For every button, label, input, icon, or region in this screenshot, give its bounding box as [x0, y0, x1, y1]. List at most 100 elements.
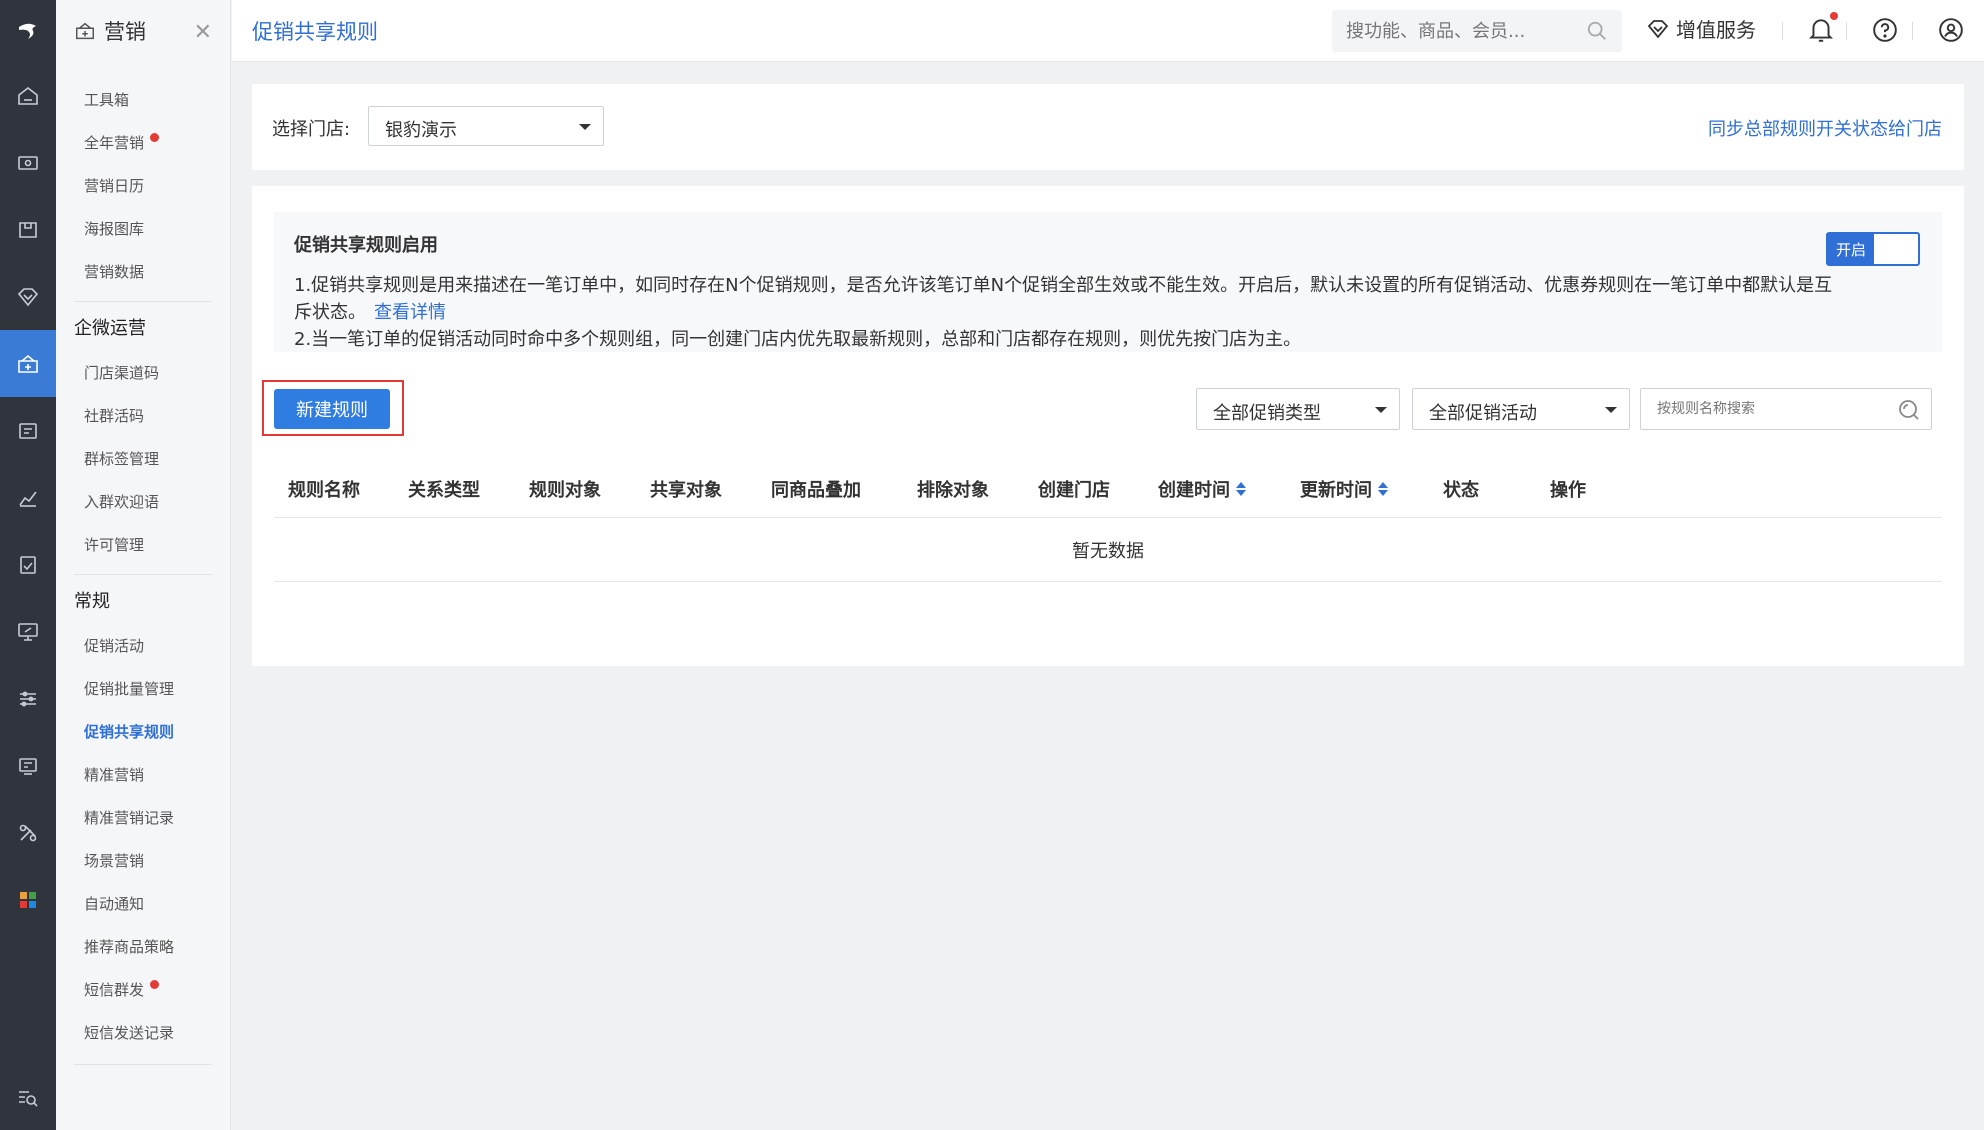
page-title: 促销共享规则 [252, 20, 378, 44]
report-card-icon[interactable] [0, 397, 56, 464]
toggle-on-label: 开启 [1828, 234, 1874, 264]
sidebar-item[interactable]: 推荐商品策略 [56, 925, 230, 968]
column-header: 状态 [1443, 476, 1479, 502]
column-header[interactable]: 更新时间 [1300, 476, 1388, 502]
sidebar-item-label: 促销共享规则 [84, 723, 175, 741]
store-select[interactable]: 银豹演示 [368, 106, 604, 146]
marketing-icon[interactable] [0, 330, 56, 397]
settings-sliders-icon[interactable] [0, 665, 56, 732]
sidebar-item[interactable]: 入群欢迎语 [56, 480, 230, 523]
sidebar-item[interactable]: 精准营销 [56, 753, 230, 796]
group-title-general: 常规 [74, 574, 212, 624]
sidebar-item-label: 促销活动 [84, 637, 145, 655]
sidebar-item[interactable]: 短信发送记录 [56, 1011, 230, 1054]
empty-state: 暂无数据 [274, 518, 1942, 582]
search-icon[interactable] [1897, 398, 1921, 422]
sidebar-item[interactable]: 社群活码 [56, 394, 230, 437]
statistics-icon[interactable] [0, 464, 56, 531]
top-bar: 促销共享规则 增值服务 [232, 0, 1984, 62]
search-icon[interactable] [1586, 20, 1608, 42]
member-icon[interactable] [0, 263, 56, 330]
screen-icon[interactable] [0, 598, 56, 665]
menu-search-icon[interactable] [0, 1086, 56, 1110]
sidebar-item[interactable]: 自动通知 [56, 882, 230, 925]
sidebar-item-label: 短信群发 [84, 981, 145, 999]
sidebar-item-label: 精准营销记录 [84, 809, 175, 827]
column-header-label: 关系类型 [408, 480, 480, 501]
tools-icon[interactable] [0, 799, 56, 866]
caret-down-icon [1375, 407, 1387, 413]
sidebar-item[interactable]: 营销数据 [56, 250, 230, 293]
sidebar-item-label: 群标签管理 [84, 450, 160, 468]
caret-down-icon [1605, 407, 1617, 413]
sidebar-item[interactable]: 群标签管理 [56, 437, 230, 480]
value-added-service-button[interactable]: 增值服务 [1646, 14, 1756, 43]
close-icon[interactable]: ✕ [194, 20, 212, 45]
column-header[interactable]: 创建时间 [1158, 476, 1246, 502]
submenu-panel: 营销 ✕ 工具箱全年营销营销日历海报图库营销数据 企微运营 门店渠道码社群活码群… [56, 0, 231, 1130]
sidebar-item[interactable]: 促销活动 [56, 624, 230, 667]
rule-name-search[interactable] [1640, 388, 1932, 430]
sidebar-item-label: 精准营销 [84, 766, 145, 784]
cashier-icon[interactable] [0, 129, 56, 196]
sidebar-item[interactable]: 门店渠道码 [56, 351, 230, 394]
product-icon[interactable] [0, 196, 56, 263]
new-rule-button[interactable]: 新建规则 [274, 389, 390, 429]
document-icon[interactable] [0, 531, 56, 598]
group-title-wecom: 企微运营 [74, 301, 212, 351]
global-search[interactable] [1332, 10, 1622, 52]
sync-rule-status-link[interactable]: 同步总部规则开关状态给门店 [1708, 115, 1942, 141]
submenu-title: 营销 [104, 20, 146, 44]
divider [1912, 22, 1913, 40]
help-button[interactable] [1872, 17, 1898, 47]
new-badge-dot [150, 980, 160, 989]
sidebar-item-label: 促销批量管理 [84, 680, 175, 698]
table-header: 规则名称 关系类型 规则对象 共享对象 同商品叠加 排除对象 创建门店 创建时间 更新时间 状态 操… [274, 456, 1942, 518]
icon-rail [0, 0, 56, 1130]
sidebar-item-label: 营销日历 [84, 177, 145, 195]
column-header-label: 同商品叠加 [771, 480, 861, 501]
sidebar-item-label: 短信发送记录 [84, 1024, 175, 1042]
column-header: 共享对象 [650, 476, 722, 502]
notice-line-1b: 斥状态。 查看详情 [294, 299, 1914, 327]
global-search-input[interactable] [1332, 10, 1572, 52]
notice-line-1b-text: 斥状态。 [294, 302, 366, 323]
sidebar-item[interactable]: 全年营销 [56, 121, 230, 164]
sidebar-item[interactable]: 许可管理 [56, 523, 230, 566]
column-header-label: 排除对象 [917, 480, 989, 501]
value-added-label: 增值服务 [1676, 18, 1756, 42]
user-button[interactable] [1938, 17, 1964, 47]
notice-line-1-text: 1.促销共享规则是用来描述在一笔订单中，如同时存在N个促销规则，是否允许该笔订单… [294, 275, 1833, 296]
sort-icon[interactable] [1236, 482, 1246, 496]
sidebar-item-label: 门店渠道码 [84, 364, 160, 382]
notification-bell[interactable] [1808, 12, 1838, 48]
sidebar-item[interactable]: 工具箱 [56, 78, 230, 121]
device-icon[interactable] [0, 732, 56, 799]
enable-toggle[interactable]: 开启 [1826, 232, 1920, 266]
sidebar-item[interactable]: 营销日历 [56, 164, 230, 207]
sidebar-item-label: 推荐商品策略 [84, 938, 175, 956]
sidebar-item[interactable]: 促销批量管理 [56, 667, 230, 710]
notification-dot [1830, 12, 1838, 20]
home-icon[interactable] [0, 62, 56, 129]
promotion-activity-select[interactable]: 全部促销活动 [1412, 388, 1630, 430]
logo-icon[interactable] [0, 0, 56, 62]
sidebar-item-label: 工具箱 [84, 91, 130, 109]
rule-name-search-input[interactable] [1641, 389, 1881, 429]
apps-icon[interactable] [0, 866, 56, 933]
sort-icon[interactable] [1378, 482, 1388, 496]
view-detail-link[interactable]: 查看详情 [374, 302, 446, 323]
sidebar-item[interactable]: 短信群发 [56, 968, 230, 1011]
marketing-icon [76, 22, 94, 40]
column-header: 规则名称 [288, 476, 360, 502]
notice-title: 促销共享规则启用 [294, 235, 438, 256]
sidebar-item[interactable]: 海报图库 [56, 207, 230, 250]
column-header-label: 操作 [1550, 480, 1586, 501]
sidebar-item-label: 海报图库 [84, 220, 145, 238]
column-header-label: 更新时间 [1300, 480, 1372, 501]
sidebar-item[interactable]: 场景营销 [56, 839, 230, 882]
promotion-type-select[interactable]: 全部促销类型 [1196, 388, 1400, 430]
promotion-type-value: 全部促销类型 [1213, 403, 1321, 424]
sidebar-item[interactable]: 促销共享规则 [56, 710, 230, 753]
sidebar-item[interactable]: 精准营销记录 [56, 796, 230, 839]
